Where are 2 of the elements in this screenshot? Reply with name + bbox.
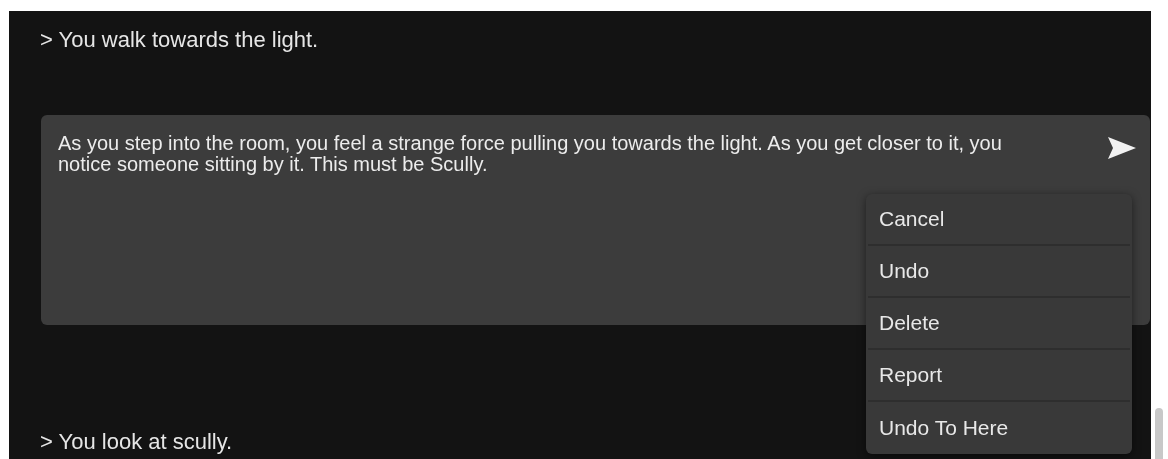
action-text: > You walk towards the light. (39, 27, 320, 53)
action-text: > You look at scully. (39, 429, 234, 455)
